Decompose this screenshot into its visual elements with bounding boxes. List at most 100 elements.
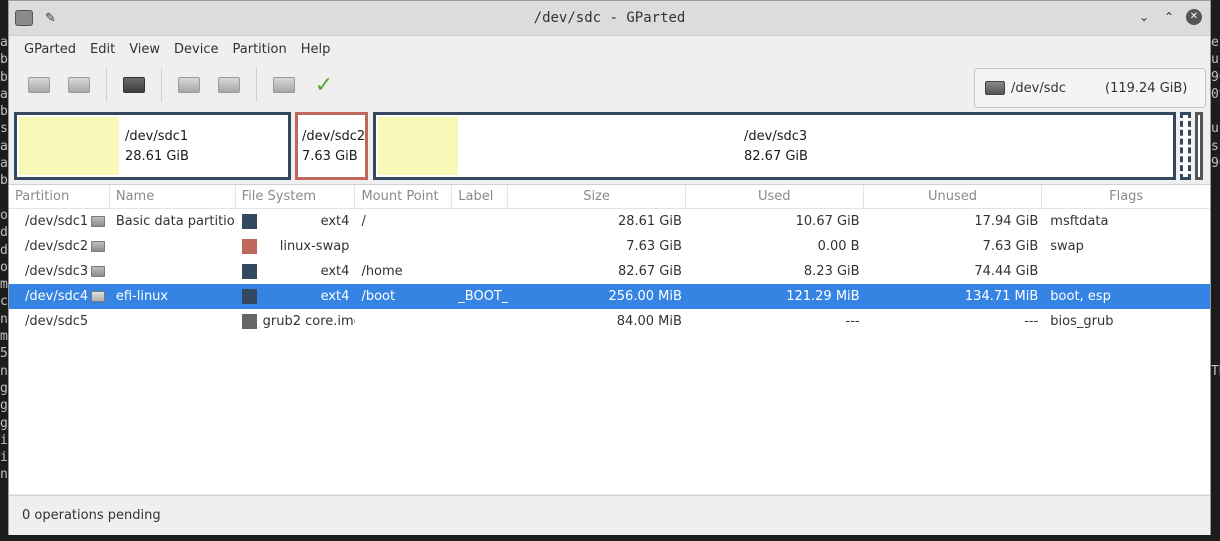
partition-used: 10.67 GiB [795,214,860,229]
graph-partition-size: 82.67 GiB [744,149,808,164]
partition-path: /dev/sdc2 [25,239,89,254]
new-partition-icon [28,77,50,93]
used-space-fill [378,117,458,175]
partition-label: _BOOT_ [458,289,509,304]
partition-used: --- [845,314,860,329]
title-bar: ✎ /dev/sdc - GParted ⌄ ⌃ ✕ [9,1,1210,36]
new-partition-button[interactable] [19,67,59,103]
filesystem: ext4 [320,264,350,279]
paste-icon [218,77,240,93]
mounted-icon [91,216,106,227]
partition-unused: --- [1024,314,1039,329]
mount-point: /home [361,264,403,279]
partition-size: 82.67 GiB [617,264,682,279]
apply-button[interactable]: ✓ [304,67,344,103]
partition-path: /dev/sdc5 [25,314,89,329]
mounted-icon [91,266,106,277]
delete-partition-button[interactable] [59,67,99,103]
graph-partition-name: /dev/sdc3 [744,129,808,144]
column-header-used[interactable]: Used [686,185,864,208]
graph-partition-name: /dev/sdc2 [302,129,366,144]
table-row-selected[interactable]: /dev/sdc4 efi-linux ext4 /boot _BOOT_ 25… [9,284,1210,309]
mounted-icon [91,241,106,252]
table-row[interactable]: /dev/sdc2 linux-swap 7.63 GiB 0.00 B 7.6… [9,234,1210,259]
column-header-unused[interactable]: Unused [864,185,1043,208]
partition-flags: swap [1050,239,1084,254]
mount-point: / [361,214,366,229]
graph-partition-sdc3[interactable]: /dev/sdc3 82.67 GiB [373,112,1176,180]
terminal-background-right: el u 96 09 uh si 96 TH [1211,35,1220,379]
toolbar-separator [256,68,257,102]
graph-partition-name: /dev/sdc1 [125,129,189,144]
mount-point: /boot [361,289,396,304]
partition-name: efi-linux [115,289,169,304]
delete-partition-icon [68,77,90,93]
partition-used: 121.29 MiB [786,289,860,304]
filesystem: linux-swap [279,239,350,254]
menu-help[interactable]: Help [294,42,338,57]
device-name: /dev/sdc [1011,80,1066,96]
column-header-label[interactable]: Label [452,185,509,208]
filesystem-color-swatch [241,314,257,329]
undo-button[interactable] [264,67,304,103]
filesystem-color-swatch [241,214,257,229]
partition-flags: msftdata [1050,214,1109,229]
gparted-app-icon [15,10,33,26]
menu-edit[interactable]: Edit [83,42,122,57]
partition-size: 256.00 MiB [608,289,682,304]
column-header-partition[interactable]: Partition [9,185,110,208]
menu-bar: GParted Edit View Device Partition Help [9,36,1210,62]
toolbar-separator [161,68,162,102]
column-header-mount-point[interactable]: Mount Point [355,185,453,208]
graph-partition-sdc1[interactable]: /dev/sdc1 28.61 GiB [14,112,291,180]
partition-used: 0.00 B [817,239,860,254]
partition-unused: 74.44 GiB [974,264,1039,279]
partition-flags: bios_grub [1050,314,1114,329]
graph-partition-sdc5[interactable] [1195,112,1203,180]
graph-partition-sdc2[interactable]: /dev/sdc2 7.63 GiB [295,112,368,180]
minimize-icon[interactable]: ⌄ [1136,9,1152,25]
toolbar: ✓ /dev/sdc (119.24 GiB) [9,62,1210,108]
partition-flags: boot, esp [1050,289,1111,304]
partition-table: Partition Name File System Mount Point L… [9,184,1210,494]
gparted-window: ✎ /dev/sdc - GParted ⌄ ⌃ ✕ GParted Edit … [8,0,1211,535]
resize-move-icon [123,77,145,93]
menu-partition[interactable]: Partition [226,42,294,57]
column-header-flags[interactable]: Flags [1042,185,1210,208]
partition-size: 28.61 GiB [617,214,682,229]
partition-unused: 7.63 GiB [982,239,1039,254]
table-row[interactable]: /dev/sdc5 grub2 core.img 84.00 MiB --- -… [9,309,1210,334]
menu-gparted[interactable]: GParted [17,42,83,57]
menu-view[interactable]: View [122,42,167,57]
table-row[interactable]: /dev/sdc3 ext4 /home 82.67 GiB 8.23 GiB … [9,259,1210,284]
resize-move-button[interactable] [114,67,154,103]
status-bar: 0 operations pending [9,495,1210,535]
partition-name: Basic data partition [115,214,236,229]
operations-pending-text: 0 operations pending [22,508,161,523]
table-header: Partition Name File System Mount Point L… [9,185,1210,209]
graph-partition-sdc4[interactable] [1180,112,1191,180]
close-icon[interactable]: ✕ [1186,9,1202,25]
paste-button[interactable] [209,67,249,103]
used-space-fill [19,117,120,175]
partition-path: /dev/sdc4 [25,289,89,304]
partition-path: /dev/sdc1 [25,214,89,229]
table-row[interactable]: /dev/sdc1 Basic data partition ext4 / 28… [9,209,1210,234]
menu-device[interactable]: Device [167,42,225,57]
partition-size: 84.00 MiB [616,314,682,329]
filesystem-color-swatch [241,239,257,254]
column-header-size[interactable]: Size [508,185,686,208]
device-selector[interactable]: /dev/sdc (119.24 GiB) [974,68,1206,108]
column-header-filesystem[interactable]: File System [236,185,356,208]
device-size: (119.24 GiB) [1105,80,1188,96]
toolbar-separator [106,68,107,102]
pin-icon[interactable]: ✎ [45,11,56,26]
filesystem: ext4 [320,289,350,304]
graph-partition-size: 28.61 GiB [125,149,189,164]
column-header-name[interactable]: Name [110,185,236,208]
maximize-icon[interactable]: ⌃ [1161,9,1177,25]
copy-button[interactable] [169,67,209,103]
filesystem: ext4 [320,214,350,229]
undo-icon [273,77,295,93]
table-body: /dev/sdc1 Basic data partition ext4 / 28… [9,209,1210,334]
